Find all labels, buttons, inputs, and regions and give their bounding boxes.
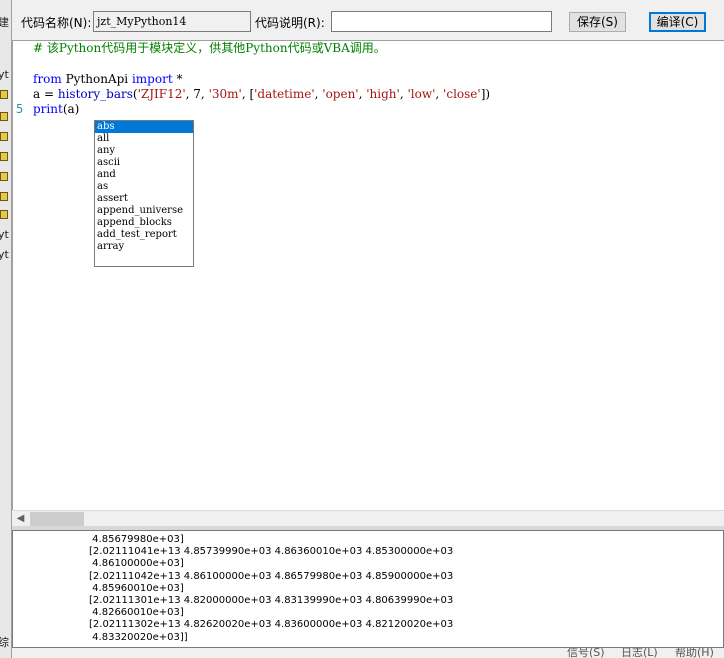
code-editor[interactable]: 5 # 该Python代码用于模块定义，供其他Python代码或VBA调用。 f… <box>12 40 724 512</box>
bottom-tab-strip: 信号(S) 日志(L) 帮助(H) <box>12 648 724 658</box>
autocomplete-item[interactable]: add_test_report <box>95 229 193 241</box>
import-target: * <box>172 72 183 86</box>
autocomplete-item[interactable]: any <box>95 145 193 157</box>
code-name-field[interactable]: jzt_MyPython14 <box>93 11 251 32</box>
folder-icon[interactable] <box>0 90 8 99</box>
autocomplete-list[interactable]: abs all any ascii and as assert append_universe… <box>94 120 194 267</box>
autocomplete-item[interactable]: append_blocks <box>95 217 193 229</box>
string-literal: '30m' <box>208 87 242 101</box>
output-line: 4.85960010e+03] <box>89 582 184 594</box>
bottom-tab-log[interactable]: 日志(L) <box>621 648 658 658</box>
autocomplete-item[interactable]: and <box>95 169 193 181</box>
autocomplete-item[interactable]: array <box>95 241 193 253</box>
output-line: 4.85679980e+03] <box>89 534 184 545</box>
folder-icon[interactable] <box>0 132 8 141</box>
folder-icon[interactable] <box>0 210 8 219</box>
print-args: (a) <box>62 102 80 116</box>
string-literal: 'datetime' <box>254 87 315 101</box>
autocomplete-item[interactable]: assert <box>95 193 193 205</box>
compile-button[interactable]: 编译(C) <box>649 12 706 32</box>
output-line: 4.82660010e+03] <box>89 607 184 619</box>
scrollbar-thumb[interactable] <box>30 512 84 526</box>
folder-icon[interactable] <box>0 172 8 181</box>
autocomplete-item[interactable]: append_universe <box>95 205 193 217</box>
output-line: [2.02111041e+13 4.85739990e+03 4.8636001… <box>89 546 454 558</box>
code-desc-input[interactable] <box>331 11 552 32</box>
bottom-tab-help[interactable]: 帮助(H) <box>675 648 714 658</box>
autocomplete-item[interactable]: ascii <box>95 157 193 169</box>
string-literal: 'close' <box>443 87 481 101</box>
separator: , 7, <box>185 87 209 101</box>
folder-icon[interactable] <box>0 152 8 161</box>
keyword: print <box>33 102 63 116</box>
code-line-assign: a = history_bars('ZJIF12', 7, '30m', ['d… <box>33 87 491 101</box>
left-strip-label[interactable]: yt <box>0 68 9 81</box>
output-line: 4.83320020e+03]] <box>89 631 188 643</box>
python-editor-window: 建 yt yt yt 综 代码名称(N): jzt_MyPython14 代码说… <box>0 0 724 658</box>
output-line: [2.02111302e+13 4.82620020e+03 4.8360000… <box>89 619 454 631</box>
close-bracket: ]) <box>480 87 491 101</box>
assign-prefix: a = <box>33 87 58 101</box>
folder-icon[interactable] <box>0 112 8 121</box>
separator: , [ <box>241 87 255 101</box>
module-name: PythonApi <box>61 72 132 86</box>
code-line-comment: # 该Python代码用于模块定义，供其他Python代码或VBA调用。 <box>33 41 386 55</box>
left-strip-char: 综 <box>0 634 9 650</box>
folder-icon[interactable] <box>0 192 8 201</box>
output-line: 4.86100000e+03] <box>89 558 184 570</box>
function-name: history_bars <box>57 87 133 101</box>
autocomplete-item[interactable]: as <box>95 181 193 193</box>
line-number: 5 <box>16 102 24 116</box>
bottom-tab-signal[interactable]: 信号(S) <box>567 648 605 658</box>
string-literal: 'low' <box>407 87 436 101</box>
save-button[interactable]: 保存(S) <box>569 12 626 32</box>
left-strip-label[interactable]: yt <box>0 248 9 261</box>
left-strip-char: 建 <box>0 14 9 30</box>
output-line: [2.02111301e+13 4.82000000e+03 4.8313999… <box>89 595 454 606</box>
left-dock-panel: 建 yt yt yt 综 <box>0 0 12 658</box>
keyword: from <box>33 72 62 86</box>
autocomplete-item[interactable]: abs <box>95 121 193 133</box>
horizontal-scrollbar[interactable]: ◀ <box>12 510 724 526</box>
code-name-label: 代码名称(N): <box>21 16 92 30</box>
code-line-import: from PythonApi import * <box>33 72 182 87</box>
line-gutter: 5 <box>13 41 32 512</box>
code-line-print: print(a) <box>33 102 79 117</box>
output-panel[interactable]: 4.85679980e+03] [2.02111041e+13 4.8573999… <box>12 530 724 648</box>
code-desc-label: 代码说明(R): <box>255 16 325 30</box>
string-literal: 'ZJIF12' <box>137 87 186 101</box>
output-line: [2.02111042e+13 4.86100000e+03 4.8657998… <box>89 570 454 582</box>
string-literal: 'high' <box>366 87 400 101</box>
autocomplete-item[interactable]: all <box>95 133 193 145</box>
left-strip-label[interactable]: yt <box>0 228 9 241</box>
keyword: import <box>131 72 173 86</box>
code-toolbar: 代码名称(N): jzt_MyPython14 代码说明(R): 保存(S) 编… <box>12 0 724 40</box>
string-literal: 'open' <box>322 87 359 101</box>
arrow-left-icon[interactable]: ◀ <box>12 511 29 527</box>
